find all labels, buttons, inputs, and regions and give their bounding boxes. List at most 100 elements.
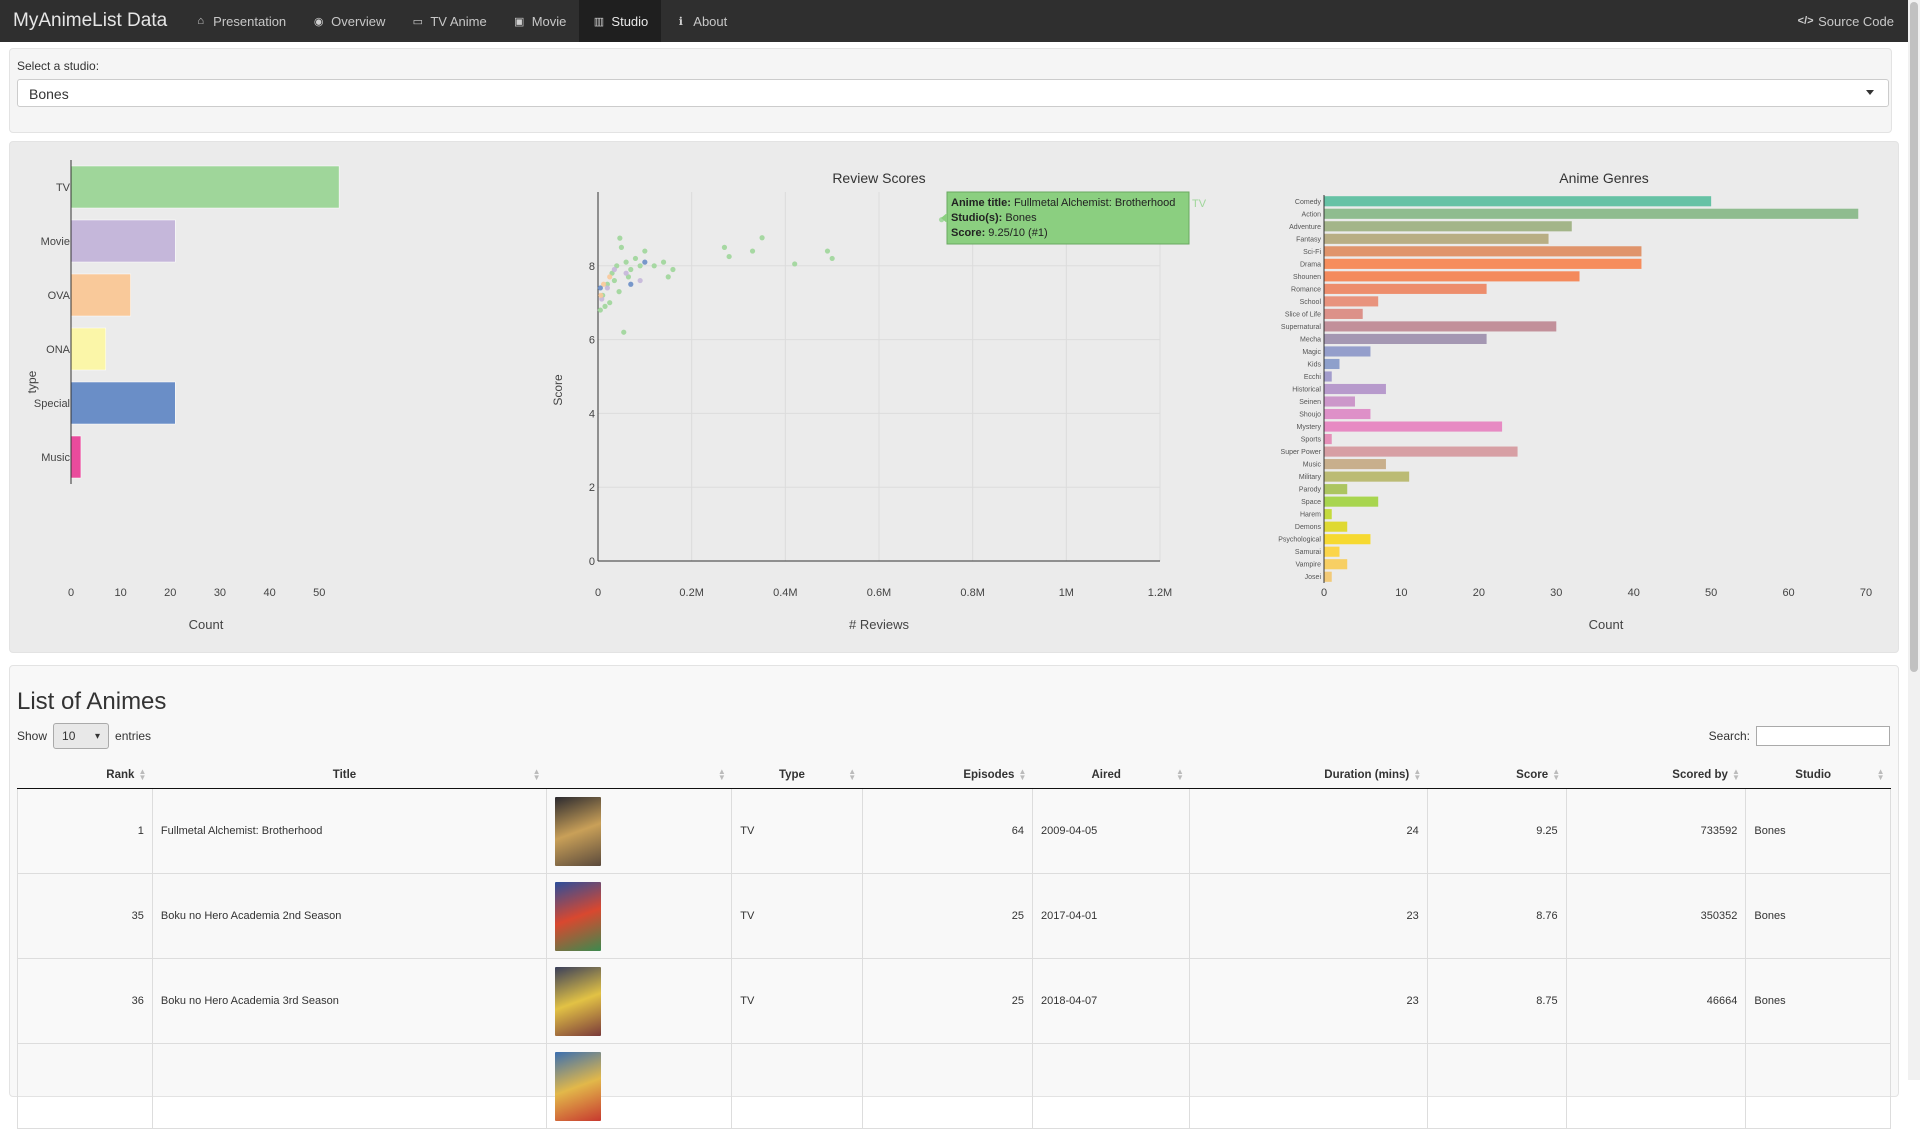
y-tick-label: Fantasy [1296,236,1321,243]
column-header-aired[interactable]: Aired ▲ ▼ [1032,761,1190,789]
bar [1324,233,1549,244]
nav-item-studio[interactable]: ▥ Studio [579,0,662,42]
table-row[interactable]: 1 Fullmetal Alchemist: Brotherhood TV 64 200… [17,788,1891,874]
x-tick-label: 1M [1059,587,1074,599]
eye-icon: ◉ [313,15,324,28]
x-tick-label: 20 [164,587,176,599]
bar [1324,546,1340,557]
nav-menu: ⌂ Presentation ◉ Overview ▭ TV Anime ▣ Movie ▥ St… [181,0,740,42]
column-header-duration-mins[interactable]: Duration (mins) ▲ ▼ [1189,761,1428,789]
bar [70,273,131,317]
anime-poster-image[interactable] [555,966,602,1036]
column-header-label: Type [778,768,805,781]
column-header-episodes[interactable]: Episodes ▲ ▼ [862,761,1033,789]
bar [1324,296,1379,307]
scatter-point [618,244,625,250]
scatter-point [623,259,629,265]
cell-episodes: 64 [861,788,1033,874]
x-tick-label: 0.6M [867,587,891,599]
y-tick-label: Special [34,398,70,410]
bar [1324,496,1379,507]
app-brand[interactable]: MyAnimeList Data [0,0,181,42]
film-icon: ▣ [514,15,525,28]
cell-studio: Bones [1745,958,1891,1044]
cell-rank: 1 [17,788,153,874]
table-row[interactable]: 35 Boku no Hero Academia 2nd Season TV 25 20… [17,873,1891,959]
page-scrollbar[interactable] [1908,0,1920,1080]
bar [1324,571,1332,582]
column-header-score[interactable]: Score ▲ ▼ [1427,761,1567,789]
scatter-point [651,263,657,269]
poster-cell [546,873,733,959]
y-tick-label: Magic [1302,349,1321,356]
column-header-label: Scored by [1672,768,1728,781]
cell-studio [1745,1043,1891,1129]
nav-item-overview[interactable]: ◉ Overview [299,0,398,42]
scatter-point [721,244,728,250]
x-tick-label: 40 [1628,587,1640,599]
source-code-link[interactable]: </> Source Code [1786,0,1908,42]
column-header-label: Title [332,768,357,781]
column-header-label: Duration (mins) [1324,768,1410,781]
anime-poster-image[interactable] [555,881,602,951]
nav-item-movie[interactable]: ▣ Movie [500,0,580,42]
table-row[interactable]: 36 Boku no Hero Academia 3rd Season TV 25 20… [17,958,1891,1044]
column-header-label: Episodes [963,768,1015,781]
cell-aired: 2017-04-01 [1031,873,1191,959]
cell-aired [1031,1043,1191,1129]
nav-item-tv-anime[interactable]: ▭ TV Anime [398,0,499,42]
scatter-point [670,266,676,273]
anime-poster-image[interactable] [555,1051,602,1121]
x-tick-label: 50 [1705,587,1717,599]
nav-item-presentation[interactable]: ⌂ Presentation [181,0,299,42]
cell-scored-by: 46664 [1565,958,1747,1044]
y-tick-label: Seinen [1299,399,1321,406]
cell-aired: 2009-04-05 [1031,788,1191,874]
y-tick-label: Slice of Life [1285,311,1321,318]
scrollbar-thumb[interactable] [1910,2,1918,672]
nav-item-label: Presentation [213,13,287,29]
y-tick-label: Romance [1291,286,1321,293]
cell-type: TV [731,873,863,959]
sort-icon: ▲ ▼ [1413,767,1422,782]
anime-poster-image[interactable] [555,796,602,866]
list-title: List of Animes [17,688,167,715]
x-tick-label: 20 [1473,587,1485,599]
column-header-title[interactable]: Title ▲ ▼ [152,761,547,789]
column-header-scored-by[interactable]: Scored by ▲ ▼ [1566,761,1746,789]
cell-studio: Bones [1745,788,1891,874]
search-input[interactable] [1756,726,1890,746]
y-tick-label: Military [1299,474,1322,481]
scatter-point [616,289,622,295]
cell-type [731,1043,863,1129]
tooltip-line: Score: 9.25/10 (#1) [951,227,1048,239]
entries-length-select[interactable]: 10 ▾ [53,723,110,749]
x-tick-label: 10 [1395,587,1407,599]
cell-duration: 24 [1189,788,1428,874]
bar [1324,383,1386,395]
y-tick-label: 0 [589,556,595,568]
y-tick-label: Comedy [1295,199,1322,206]
scatter-point [607,300,613,306]
scatter-point [611,266,617,273]
column-header-rank[interactable]: Rank ▲ ▼ [17,761,153,789]
studio-select[interactable]: Bones [17,79,1889,107]
nav-item-about[interactable]: ℹ About [661,0,740,42]
column-header-poster[interactable]: ▲ ▼ [546,761,732,789]
table-row[interactable] [17,1043,1891,1129]
tv-icon: ▭ [412,15,424,28]
tooltip-key: Studio(s): [951,212,1005,224]
review-scores-chart: Review Scores 0 0.2M 0.4M 0.6M 0.8M 1M 1.2M 0 2 4 6… [551,170,1207,632]
cell-title [151,1043,548,1129]
sort-icon: ▲ ▼ [1175,767,1184,782]
scatter-point [642,248,648,254]
column-header-type[interactable]: Type ▲ ▼ [731,761,863,789]
cell-scored-by: 733592 [1565,788,1747,874]
chevron-down-icon: ▾ [95,730,101,742]
scatter-point [621,329,627,335]
scatter-point [607,274,613,280]
entries-label: entries [115,729,152,743]
bar [1324,484,1348,495]
tooltip-value: Bones [1005,212,1037,224]
column-header-studio[interactable]: Studio ▲ ▼ [1745,761,1891,789]
